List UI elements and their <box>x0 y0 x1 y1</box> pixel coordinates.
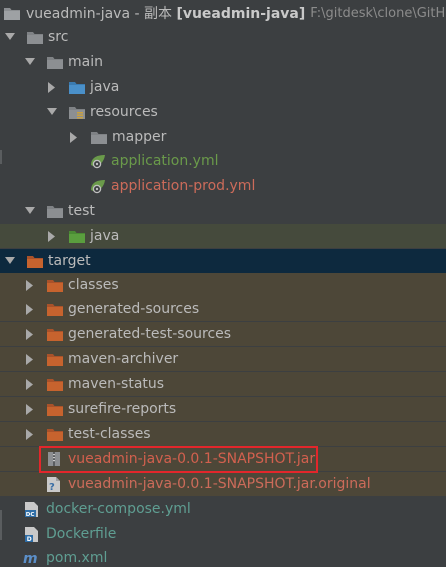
tree-node-test[interactable]: test <box>0 199 446 223</box>
dockerfile-icon: D <box>23 526 41 543</box>
tree-node-target[interactable]: target <box>0 249 446 273</box>
tree-node-main-java[interactable]: java <box>0 75 446 99</box>
source-folder-icon <box>68 79 86 95</box>
node-label: java <box>90 228 120 244</box>
folder-icon <box>26 29 44 45</box>
tree-file-snapshot-jar-original[interactable]: ? vueadmin-java-0.0.1-SNAPSHOT.jar.origi… <box>0 472 446 496</box>
expanded-arrow-icon[interactable] <box>25 204 35 218</box>
tree-node-generated-sources[interactable]: generated-sources <box>0 297 446 321</box>
docker-compose-file-icon: DC <box>23 501 41 518</box>
folder-icon <box>46 203 64 219</box>
folder-icon <box>90 129 108 145</box>
node-label: Dockerfile <box>46 526 117 542</box>
node-label: maven-archiver <box>68 351 179 367</box>
node-label: maven-status <box>68 376 165 392</box>
collapsed-arrow-icon[interactable] <box>25 352 35 366</box>
expanded-arrow-icon[interactable] <box>5 254 15 268</box>
collapsed-arrow-icon[interactable] <box>47 80 57 94</box>
excluded-folder-icon <box>46 401 64 417</box>
tree-node-src[interactable]: src <box>0 25 446 49</box>
tree-node-generated-test-sources[interactable]: generated-test-sources <box>0 322 446 346</box>
project-tree: vueadmin-java - 副本 [vueadmin-java] F:\gi… <box>0 0 446 567</box>
excluded-folder-icon <box>46 426 64 442</box>
excluded-folder-icon <box>26 253 44 269</box>
node-label: application-prod.yml <box>111 178 256 194</box>
expanded-arrow-icon[interactable] <box>5 30 15 44</box>
collapsed-arrow-icon[interactable] <box>25 278 35 292</box>
node-label: resources <box>90 104 158 120</box>
resources-folder-icon <box>68 104 86 120</box>
tree-file-application-prod-yml[interactable]: application-prod.yml <box>0 174 446 198</box>
tree-file-docker-compose[interactable]: DC docker-compose.yml <box>0 497 446 521</box>
copy-label: 副本 <box>143 6 172 22</box>
tree-node-classes[interactable]: classes <box>0 273 446 297</box>
tree-node-maven-archiver[interactable]: maven-archiver <box>0 347 446 371</box>
node-label: java <box>90 79 120 95</box>
test-folder-icon <box>68 228 86 244</box>
expanded-arrow-icon[interactable] <box>25 55 35 69</box>
project-title: vueadmin-java - 副本 [vueadmin-java] <box>26 3 305 23</box>
collapsed-arrow-icon[interactable] <box>47 229 57 243</box>
excluded-folder-icon <box>46 301 64 317</box>
node-label: classes <box>68 277 119 293</box>
node-label: application.yml <box>111 153 219 169</box>
collapsed-arrow-icon[interactable] <box>25 302 35 316</box>
tree-file-pom[interactable]: m pom.xml <box>0 546 446 567</box>
node-label: vueadmin-java-0.0.1-SNAPSHOT.jar <box>68 451 316 467</box>
tree-node-resources[interactable]: resources <box>0 100 446 124</box>
collapsed-arrow-icon[interactable] <box>25 327 35 341</box>
tree-node-test-classes[interactable]: test-classes <box>0 422 446 446</box>
folder-icon <box>46 54 64 70</box>
node-label: src <box>48 29 69 45</box>
node-label: target <box>48 253 91 269</box>
excluded-folder-icon <box>46 277 64 293</box>
svg-text:?: ? <box>49 482 55 493</box>
tree-node-main[interactable]: main <box>0 50 446 74</box>
node-label: vueadmin-java-0.0.1-SNAPSHOT.jar.origina… <box>68 476 371 492</box>
gutter-mark <box>0 150 2 164</box>
collapsed-arrow-icon[interactable] <box>25 377 35 391</box>
collapsed-arrow-icon[interactable] <box>25 427 35 441</box>
svg-text:m: m <box>23 551 38 565</box>
tree-node-test-java[interactable]: java <box>0 224 446 248</box>
maven-pom-icon: m <box>23 550 41 566</box>
node-label: generated-sources <box>68 301 200 317</box>
tree-file-application-yml[interactable]: application.yml <box>0 149 446 173</box>
node-label: surefire-reports <box>68 401 177 417</box>
tree-node-maven-status[interactable]: maven-status <box>0 372 446 396</box>
spring-yml-icon <box>89 153 107 169</box>
node-label: generated-test-sources <box>68 326 232 342</box>
project-bracket-name: [vueadmin-java] <box>176 6 306 22</box>
collapsed-arrow-icon[interactable] <box>69 130 79 144</box>
collapsed-arrow-icon[interactable] <box>25 402 35 416</box>
excluded-folder-icon <box>46 376 64 392</box>
tree-node-surefire-reports[interactable]: surefire-reports <box>0 397 446 421</box>
svg-text:D: D <box>27 536 32 543</box>
node-label: docker-compose.yml <box>46 501 191 517</box>
excluded-folder-icon <box>46 351 64 367</box>
excluded-folder-icon <box>46 326 64 342</box>
node-label: test <box>68 203 95 219</box>
gutter-mark <box>0 510 2 540</box>
unknown-file-icon: ? <box>45 476 63 493</box>
archive-jar-icon <box>45 451 63 467</box>
spring-yml-icon <box>89 178 107 194</box>
node-label: test-classes <box>68 426 151 442</box>
tree-root-project[interactable]: vueadmin-java - 副本 [vueadmin-java] F:\gi… <box>0 0 446 26</box>
title-separator: - <box>130 6 144 22</box>
svg-text:DC: DC <box>26 512 35 518</box>
expanded-arrow-icon[interactable] <box>47 105 57 119</box>
tree-node-mapper[interactable]: mapper <box>0 125 446 149</box>
project-folder-icon <box>3 5 21 21</box>
project-name: vueadmin-java <box>26 6 131 22</box>
node-label: pom.xml <box>46 550 108 566</box>
node-label: main <box>68 54 103 70</box>
tree-file-dockerfile[interactable]: D Dockerfile <box>0 522 446 546</box>
project-path: F:\gitdesk\clone\GitHub <box>310 5 446 21</box>
tree-file-snapshot-jar[interactable]: vueadmin-java-0.0.1-SNAPSHOT.jar <box>0 447 446 471</box>
node-label: mapper <box>112 129 167 145</box>
